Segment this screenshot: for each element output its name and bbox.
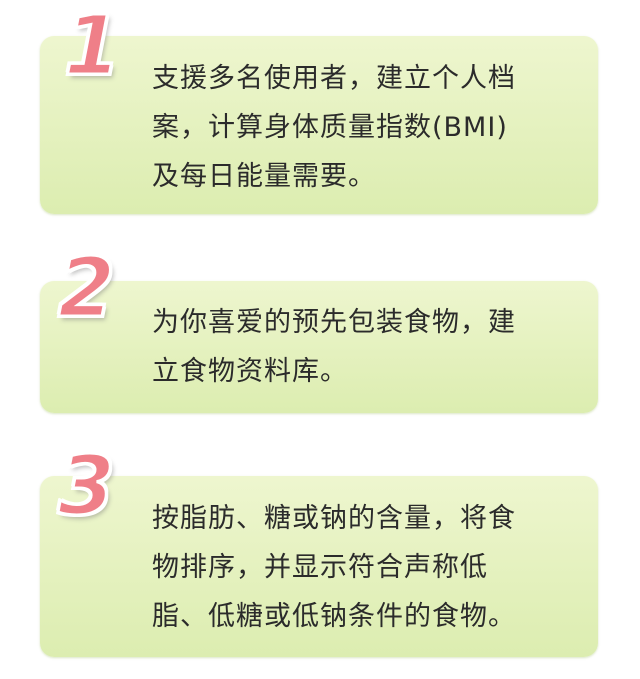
step-1-line-1: 支援多名使用者，建立个人档 bbox=[152, 63, 516, 94]
step-2-text: 为你喜爱的预先包装食物，建 立食物资料库。 bbox=[152, 298, 572, 396]
step-3-line-2: 物排序，并显示符合声称低 bbox=[152, 552, 488, 583]
step-card-1: 支援多名使用者，建立个人档 案，计算身体质量指数(BMI) 及每日能量需要。 bbox=[40, 36, 598, 214]
step-number-1: 1 bbox=[62, 0, 122, 94]
step-2-line-2: 立食物资料库。 bbox=[152, 356, 348, 387]
step-card-2: 为你喜爱的预先包装食物，建 立食物资料库。 bbox=[40, 281, 598, 413]
step-card-3: 按脂肪、糖或钠的含量，将食 物排序，并显示符合声称低 脂、低糖或低钠条件的食物。 bbox=[40, 476, 598, 657]
step-number-2: 2 bbox=[56, 241, 116, 336]
step-number-3: 3 bbox=[56, 439, 116, 534]
step-1-line-2: 案，计算身体质量指数(BMI) bbox=[152, 112, 508, 143]
step-3-text: 按脂肪、糖或钠的含量，将食 物排序，并显示符合声称低 脂、低糖或低钠条件的食物。 bbox=[152, 494, 572, 641]
step-3-line-1: 按脂肪、糖或钠的含量，将食 bbox=[152, 503, 516, 534]
step-1-line-3: 及每日能量需要。 bbox=[152, 161, 376, 192]
step-1-text: 支援多名使用者，建立个人档 案，计算身体质量指数(BMI) 及每日能量需要。 bbox=[152, 54, 572, 201]
step-2-line-1: 为你喜爱的预先包装食物，建 bbox=[152, 307, 516, 338]
step-3-line-3: 脂、低糖或低钠条件的食物。 bbox=[152, 601, 516, 632]
